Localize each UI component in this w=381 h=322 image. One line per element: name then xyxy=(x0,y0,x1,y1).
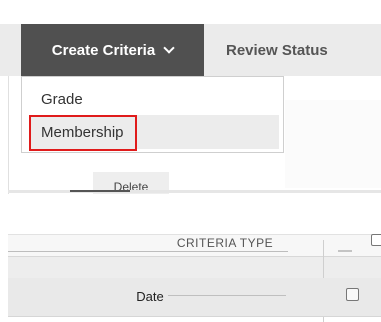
row-checkbox[interactable] xyxy=(346,288,359,301)
create-criteria-tab[interactable]: Create Criteria xyxy=(21,24,204,76)
menu-item-membership[interactable]: Membership xyxy=(29,115,279,149)
cell-line xyxy=(168,295,286,296)
table-row-blank xyxy=(8,256,381,279)
panel-side xyxy=(285,100,381,188)
panel-edge xyxy=(8,76,9,196)
criteria-type-cell: Date xyxy=(136,288,164,304)
table-bottom-border xyxy=(8,316,381,317)
create-criteria-menu: Grade Membership xyxy=(21,76,284,153)
table-row xyxy=(8,278,381,316)
menu-item-grade[interactable]: Grade xyxy=(22,82,283,116)
review-status-tab[interactable]: Review Status xyxy=(204,24,354,76)
review-status-label: Review Status xyxy=(226,41,328,59)
create-criteria-label: Create Criteria xyxy=(51,41,156,59)
spacer xyxy=(0,194,381,234)
column-header-criteria-type: CRITERIA TYPE xyxy=(176,236,274,250)
menu-item-membership-label: Membership xyxy=(41,123,124,141)
header-underline xyxy=(8,251,288,252)
divider xyxy=(8,190,381,193)
select-all-checkbox[interactable] xyxy=(371,234,381,246)
divider-dark xyxy=(70,190,130,192)
chevron-down-icon xyxy=(163,42,175,54)
row-dash xyxy=(338,250,352,252)
menu-item-grade-label: Grade xyxy=(41,90,83,108)
